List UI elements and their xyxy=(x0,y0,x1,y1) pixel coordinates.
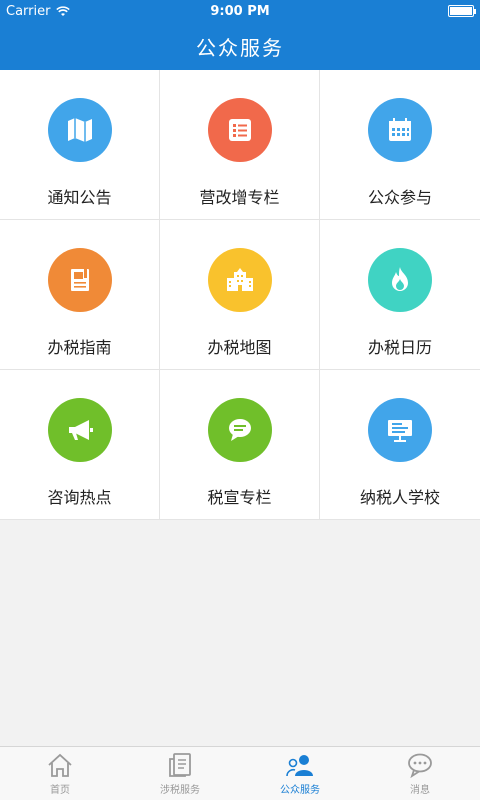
grid-icon-circle xyxy=(207,248,272,312)
chat-icon xyxy=(228,419,251,441)
grid-item-label: 通知公告 xyxy=(47,188,112,207)
grid-item-public-participation[interactable]: 公众参与 xyxy=(320,70,480,220)
grid-icon-circle xyxy=(207,98,272,162)
grid-item-tax-calendar[interactable]: 办税日历 xyxy=(320,220,480,370)
grid-icon-circle xyxy=(207,398,272,462)
grid-item-hot-topics[interactable]: 咨询热点 xyxy=(0,370,160,520)
tab-label: 首页 xyxy=(50,785,70,796)
grid-item-label: 公众参与 xyxy=(367,188,432,207)
tab-label: 公众服务 xyxy=(280,785,320,796)
status-time: 9:00 PM xyxy=(210,3,270,19)
battery-icon xyxy=(448,5,476,17)
document-icon xyxy=(169,753,191,777)
tab-public-services[interactable]: 公众服务 xyxy=(240,747,360,800)
page-title: 公众服务 xyxy=(196,35,284,60)
message-icon xyxy=(408,753,432,779)
building-icon xyxy=(226,268,253,291)
grid-item-vat-reform[interactable]: 营改增专栏 xyxy=(160,70,320,220)
grid-item-tax-guide[interactable]: 办税指南 xyxy=(0,220,160,370)
list-icon xyxy=(228,119,251,141)
home-icon xyxy=(48,753,72,777)
grid-item-label: 办税日历 xyxy=(367,338,432,357)
grid-item-label: 咨询热点 xyxy=(47,488,112,507)
tab-messages[interactable]: 消息 xyxy=(360,747,480,800)
status-bar: Carrier 9:00 PM xyxy=(0,0,480,22)
grid-item-label: 纳税人学校 xyxy=(359,488,440,507)
tab-bar: 首页 涉税服务 公众服务 消息 xyxy=(0,746,480,800)
map-icon xyxy=(67,118,92,142)
grid-item-label: 税宣专栏 xyxy=(207,488,272,507)
grid-icon-circle xyxy=(47,398,112,462)
megaphone-icon xyxy=(68,420,93,440)
grid-item-tax-map[interactable]: 办税地图 xyxy=(160,220,320,370)
grid-icon-circle xyxy=(368,248,432,312)
flame-icon xyxy=(392,267,408,291)
grid-item-notice[interactable]: 通知公告 xyxy=(0,70,160,220)
grid-icon-circle xyxy=(47,248,112,312)
grid-icon-circle xyxy=(47,98,112,162)
grid-item-label: 办税指南 xyxy=(47,338,112,357)
tab-label: 涉税服务 xyxy=(160,785,200,796)
tab-home[interactable]: 首页 xyxy=(0,747,120,800)
calendar-icon xyxy=(389,118,411,141)
presentation-icon xyxy=(388,420,412,442)
tab-tax-services[interactable]: 涉税服务 xyxy=(120,747,240,800)
grid-icon-circle xyxy=(368,398,432,462)
book-icon xyxy=(70,269,89,291)
people-icon xyxy=(286,755,313,777)
grid-icon-circle xyxy=(368,98,432,162)
tab-label: 消息 xyxy=(410,785,430,796)
grid-item-taxpayer-school[interactable]: 纳税人学校 xyxy=(320,370,480,520)
nav-bar: 公众服务 xyxy=(0,22,480,70)
grid-item-label: 营改增专栏 xyxy=(199,188,280,207)
grid-item-tax-publicity[interactable]: 税宣专栏 xyxy=(160,370,320,520)
service-grid: 通知公告 营改增专栏 公众参与 办税指南 办税地图 办税日历 咨询热点 税宣专栏… xyxy=(0,70,480,520)
grid-item-label: 办税地图 xyxy=(207,338,272,357)
